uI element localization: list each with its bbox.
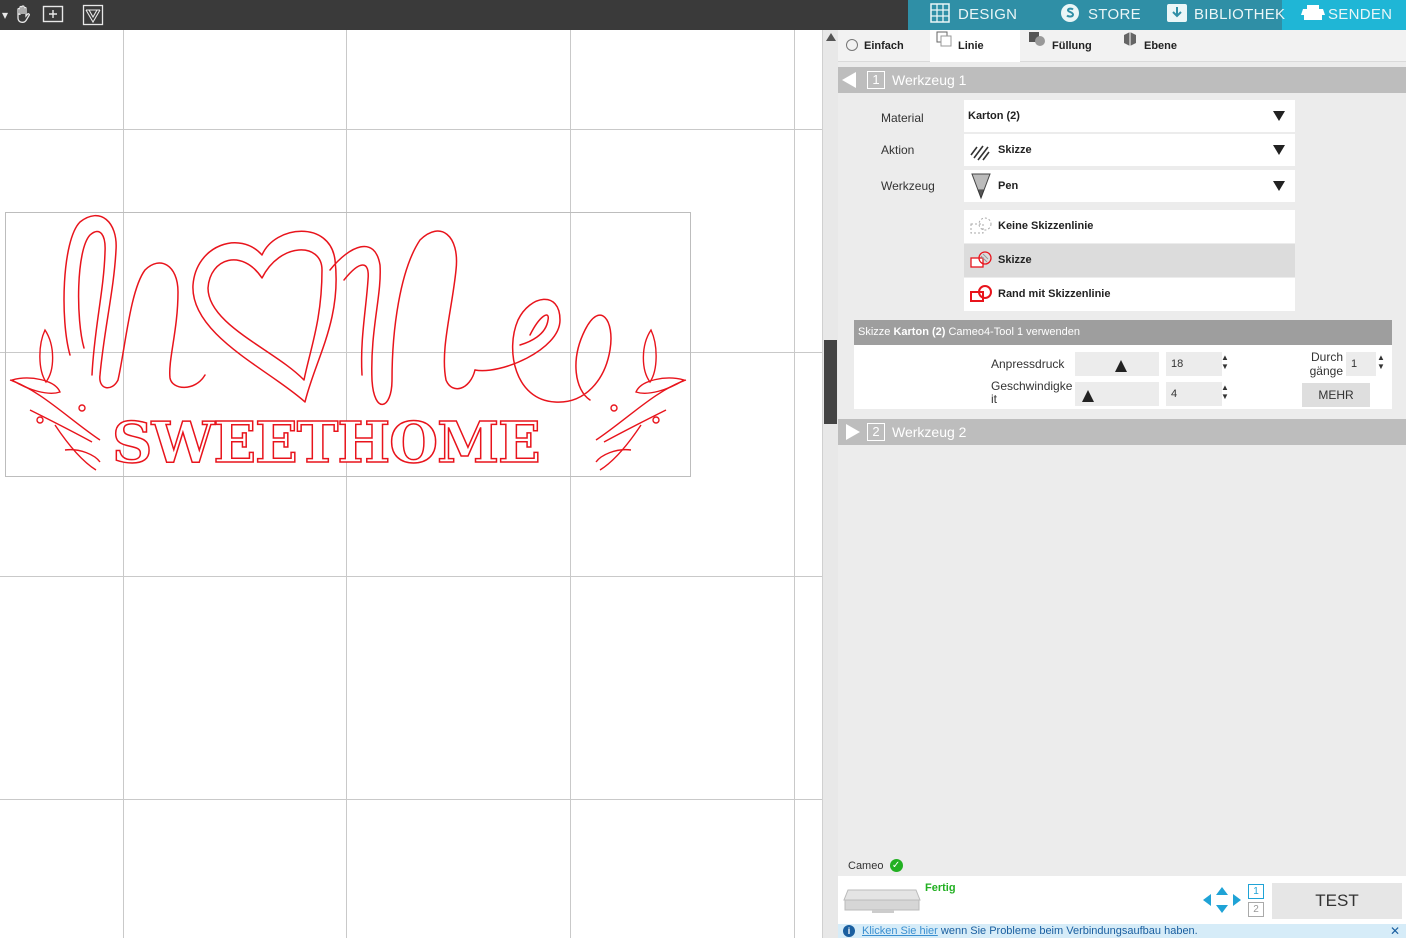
download-library-icon (1166, 3, 1187, 23)
close-icon[interactable]: ✕ (1390, 924, 1400, 938)
mode-einfach[interactable]: Einfach (846, 30, 904, 62)
option-keine-skizzenlinie-label: Keine Skizzenlinie (998, 220, 1094, 232)
aktion-label: Aktion (881, 143, 915, 157)
help-link[interactable]: Klicken Sie hier (862, 925, 938, 937)
radio-icon (846, 39, 858, 52)
device-area: Fertig 1 2 TEST (838, 876, 1406, 924)
info-text: wenn Sie Probleme beim Verbindungsaufbau… (937, 925, 1198, 937)
aktion-select[interactable]: Skizze (964, 134, 1295, 166)
mode-linie-label: Linie (958, 40, 984, 52)
cutter-machine-icon (842, 886, 922, 917)
pen-tool-icon (970, 172, 992, 213)
mode-fuellung-label: Füllung (1052, 40, 1092, 52)
geschwindigkeit-input[interactable]: 4 (1166, 382, 1222, 406)
mode-bar: Einfach Linie Füllung Ebene (838, 30, 1406, 62)
material-label: Material (881, 111, 924, 125)
line-mode-icon (936, 28, 952, 60)
device-status: Fertig (925, 882, 956, 894)
material-select[interactable]: Karton (2) (964, 100, 1295, 132)
tab-bibliothek-label: BIBLIOTHEK (1194, 6, 1286, 23)
expand-triangle-icon[interactable] (846, 424, 860, 440)
anpressdruck-input[interactable]: 18 (1166, 352, 1222, 376)
mode-ebene-label: Ebene (1144, 40, 1178, 52)
werkzeug-2-number: 2 (867, 423, 885, 441)
material-value: Karton (2) (968, 110, 1020, 122)
no-sketch-line-icon (970, 217, 992, 234)
pan-hand-icon[interactable] (12, 4, 34, 26)
werkzeug-value: Pen (998, 180, 1019, 192)
werkzeug-select[interactable]: Pen (964, 170, 1295, 202)
laurel-right-artwork[interactable] (0, 30, 822, 938)
werkzeug-2-header[interactable]: 2 Werkzeug 2 (838, 419, 1406, 445)
tool-summary-header: Skizze Karton (2) Cameo4-Tool 1 verwende… (854, 320, 1392, 345)
durchgaenge-input[interactable]: 1 (1346, 352, 1376, 376)
tab-bibliothek[interactable]: BIBLIOTHEK (1166, 0, 1285, 30)
aktion-value: Skizze (998, 144, 1032, 156)
design-store-icon[interactable] (82, 4, 104, 26)
option-rand-mit-skizzenlinie[interactable]: Rand mit Skizzenlinie (964, 278, 1295, 311)
tab-store-label: STORE (1088, 6, 1141, 23)
werkzeug-1-header[interactable]: 1 Werkzeug 1 (838, 67, 1406, 93)
tab-design-label: DESIGN (958, 6, 1018, 23)
info-icon: i (843, 925, 855, 937)
check-ok-icon: ✓ (889, 858, 903, 872)
durchgaenge-spinner[interactable]: ▲ ▼ (1376, 353, 1386, 371)
test-button[interactable]: TEST (1272, 883, 1402, 919)
design-canvas[interactable]: SWEETHOME (0, 30, 822, 938)
page-2-indicator[interactable]: 2 (1248, 902, 1264, 917)
move-arrows-icon[interactable] (1202, 886, 1242, 917)
tab-design[interactable]: DESIGN (930, 0, 1017, 30)
device-name: Cameo (848, 860, 884, 872)
cutter-send-icon (1300, 3, 1325, 23)
dropdown-arrow-icon (1273, 145, 1285, 155)
fill-mode-icon (1028, 28, 1046, 60)
layer-mode-icon (1122, 28, 1138, 60)
mode-linie[interactable]: Linie (930, 30, 1020, 62)
summary-material: Karton (2) (893, 326, 946, 338)
grid-icon (930, 3, 950, 23)
anpressdruck-spinner[interactable]: ▲ ▼ (1220, 353, 1230, 371)
connection-info-bar: i Klicken Sie hier wenn Sie Probleme bei… (838, 924, 1406, 938)
option-skizze[interactable]: Skizze (964, 244, 1295, 277)
mehr-button[interactable]: MEHR (1302, 383, 1370, 407)
werkzeug-2-label: Werkzeug 2 (892, 424, 967, 440)
werkzeug-1-number: 1 (867, 71, 885, 89)
durchgaenge-label: Durch gänge (1309, 350, 1343, 378)
collapse-triangle-icon[interactable] (842, 72, 856, 88)
add-page-icon[interactable] (42, 4, 64, 26)
geschwindigkeit-slider[interactable] (1075, 382, 1159, 406)
dropdown-arrow-icon (1273, 111, 1285, 121)
page-1-indicator[interactable]: 1 (1248, 884, 1264, 899)
canvas-scrollbar[interactable] (822, 30, 838, 938)
geschwindigkeit-label: Geschwindigke it (991, 379, 1073, 406)
option-skizze-label: Skizze (998, 254, 1032, 266)
werkzeug-1-label: Werkzeug 1 (892, 72, 967, 88)
geschwindigkeit-spinner[interactable]: ▲ ▼ (1220, 383, 1230, 401)
tab-senden-label: SENDEN (1328, 6, 1393, 23)
summary-suffix: Cameo4-Tool 1 verwenden (945, 326, 1080, 338)
dropdown-arrow-icon (1273, 181, 1285, 191)
tab-store[interactable]: STORE (1060, 0, 1141, 30)
send-panel: Einfach Linie Füllung Ebene 1 Werkzeug 1… (838, 30, 1406, 938)
store-s-icon (1060, 3, 1080, 23)
mode-ebene[interactable]: Ebene (1122, 30, 1177, 62)
top-toolbar: ▾ DESIGN STORE BIBLIOTHEK SENDEN (0, 0, 1406, 30)
anpressdruck-slider[interactable] (1075, 352, 1159, 376)
slider-thumb-icon[interactable] (1082, 390, 1094, 402)
mode-fuellung[interactable]: Füllung (1028, 30, 1092, 62)
border-sketch-icon (970, 285, 992, 302)
sketch-option-icon (970, 251, 992, 268)
scroll-thumb[interactable] (824, 340, 837, 424)
option-rand-mit-skizzenlinie-label: Rand mit Skizzenlinie (998, 288, 1111, 300)
werkzeug-label: Werkzeug (881, 179, 935, 193)
slider-thumb-icon[interactable] (1115, 360, 1127, 372)
anpressdruck-label: Anpressdruck (991, 357, 1065, 371)
scroll-up-arrow-icon[interactable] (826, 33, 836, 41)
mode-einfach-label: Einfach (864, 40, 904, 52)
option-keine-skizzenlinie[interactable]: Keine Skizzenlinie (964, 210, 1295, 243)
device-status-bar: Cameo ✓ (838, 856, 1406, 876)
summary-prefix: Skizze (858, 326, 894, 338)
tab-senden[interactable]: SENDEN (1300, 0, 1392, 30)
